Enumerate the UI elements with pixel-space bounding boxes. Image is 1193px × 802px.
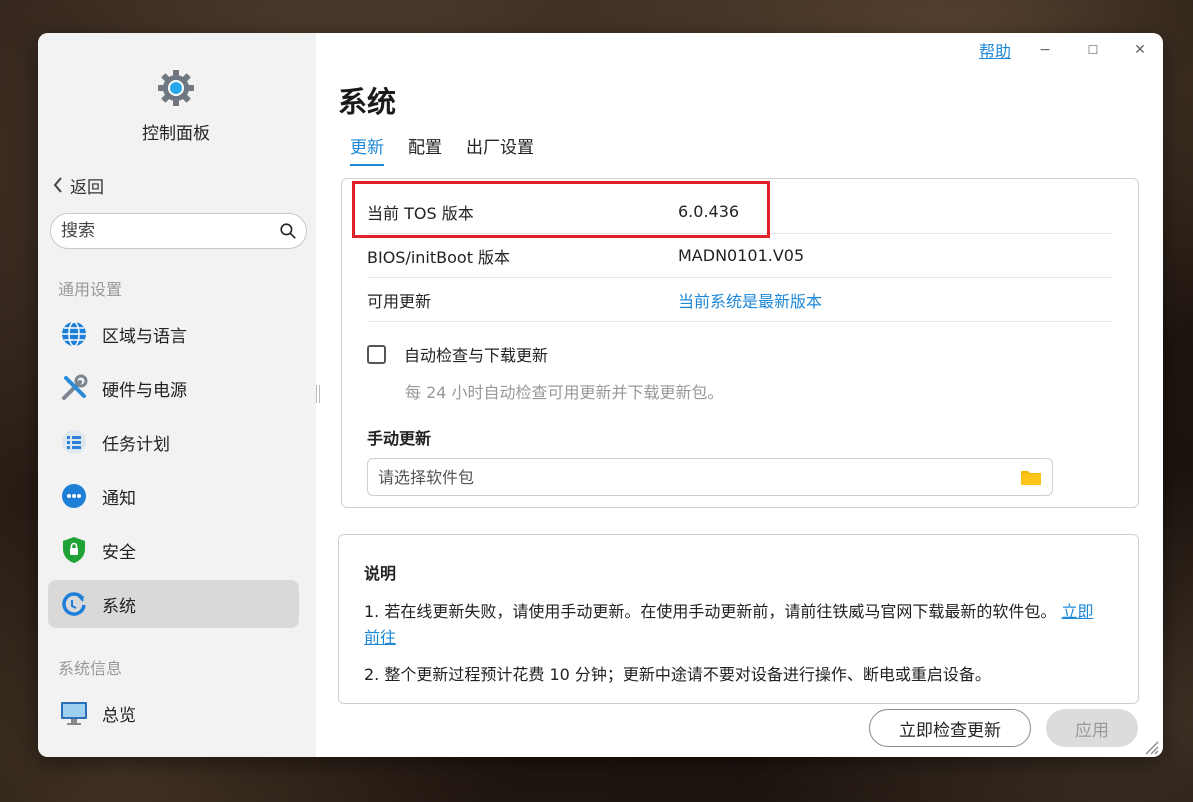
sidebar-item-label: 硬件与电源 bbox=[102, 380, 187, 401]
section-system-info: 系统信息 bbox=[58, 659, 123, 678]
latest-version-link[interactable]: 当前系统是最新版本 bbox=[678, 288, 822, 312]
auto-update-label: 自动检查与下载更新 bbox=[404, 346, 549, 365]
section-general-settings: 通用设置 bbox=[58, 280, 123, 299]
package-file-picker[interactable] bbox=[367, 458, 1053, 496]
sidebar-item-security[interactable]: 安全 bbox=[48, 526, 299, 574]
sidebar-item-task-schedule[interactable]: 任务计划 bbox=[48, 418, 299, 466]
search-icon[interactable] bbox=[280, 221, 296, 241]
globe-icon bbox=[60, 320, 88, 348]
search-box[interactable] bbox=[50, 213, 307, 249]
sidebar: 控制面板 返回 通用设置 区域与语言 硬件与电源 任务计划 bbox=[38, 33, 316, 757]
shield-icon bbox=[60, 536, 88, 564]
annotation-highlight-box bbox=[352, 181, 770, 238]
tab-bar: 更新 配置 出厂设置 bbox=[350, 133, 558, 166]
sidebar-item-label: 任务计划 bbox=[102, 434, 170, 455]
info-row-available-update: 可用更新 当前系统是最新版本 bbox=[367, 278, 1113, 322]
help-link[interactable]: 帮助 bbox=[979, 38, 1011, 62]
app-title: 控制面板 bbox=[142, 124, 210, 144]
search-input[interactable] bbox=[61, 221, 280, 241]
apply-button[interactable]: 应用 bbox=[1046, 709, 1138, 747]
back-button[interactable]: 返回 bbox=[52, 173, 104, 198]
monitor-icon bbox=[60, 753, 88, 757]
note-text: 1. 若在线更新失败，请使用手动更新。在使用手动更新前，请前往铁威马官网下载最新… bbox=[364, 602, 1057, 621]
tab-update[interactable]: 更新 bbox=[350, 133, 384, 166]
system-update-icon bbox=[60, 590, 88, 618]
chat-bubble-icon bbox=[60, 482, 88, 510]
sidebar-item-label: 通知 bbox=[102, 488, 136, 509]
manual-update-title: 手动更新 bbox=[367, 429, 432, 448]
note-item-1: 1. 若在线更新失败，请使用手动更新。在使用手动更新前，请前往铁威马官网下载最新… bbox=[364, 599, 1104, 651]
sidebar-item-label: 安全 bbox=[102, 542, 136, 563]
note-item-2: 2. 整个更新过程预计花费 10 分钟；更新中途请不要对设备进行操作、断电或重启… bbox=[364, 665, 991, 684]
maximize-button[interactable]: ☐ bbox=[1082, 39, 1104, 61]
sidebar-item-label: 总览 bbox=[102, 705, 136, 726]
info-row-bios-version: BIOS/initBoot 版本 MADN0101.V05 bbox=[367, 234, 1113, 278]
task-list-icon bbox=[60, 428, 88, 456]
sidebar-item-overview[interactable]: 总览 bbox=[48, 689, 299, 737]
sidebar-item-hardware-power[interactable]: 硬件与电源 bbox=[48, 364, 299, 412]
sidebar-item-notification[interactable]: 通知 bbox=[48, 472, 299, 520]
minimize-button[interactable]: − bbox=[1034, 39, 1056, 61]
sidebar-item-system[interactable]: 系统 bbox=[48, 580, 299, 628]
sidebar-item-label: 系统 bbox=[102, 596, 136, 617]
sidebar-resize-handle[interactable] bbox=[316, 385, 320, 403]
package-file-input[interactable] bbox=[378, 467, 1020, 487]
back-label: 返回 bbox=[70, 177, 104, 198]
resize-grip-icon[interactable] bbox=[1143, 739, 1159, 755]
gear-icon bbox=[158, 70, 194, 106]
check-update-button[interactable]: 立即检查更新 bbox=[869, 709, 1031, 747]
notes-title: 说明 bbox=[364, 564, 397, 583]
close-button[interactable]: ✕ bbox=[1129, 39, 1151, 61]
update-panel: 当前 TOS 版本 6.0.436 BIOS/initBoot 版本 MADN0… bbox=[341, 178, 1139, 508]
page-title: 系统 bbox=[338, 85, 397, 119]
auto-update-hint: 每 24 小时自动检查可用更新并下载更新包。 bbox=[405, 383, 724, 402]
sidebar-item-partial[interactable] bbox=[48, 743, 299, 757]
folder-icon[interactable] bbox=[1020, 468, 1042, 486]
control-panel-window: 控制面板 返回 通用设置 区域与语言 硬件与电源 任务计划 bbox=[38, 33, 1163, 757]
auto-update-option[interactable]: 自动检查与下载更新 bbox=[367, 342, 548, 366]
info-value: MADN0101.V05 bbox=[678, 246, 805, 265]
tab-config[interactable]: 配置 bbox=[408, 133, 442, 166]
info-key: 可用更新 bbox=[367, 291, 432, 311]
sidebar-item-label: 区域与语言 bbox=[102, 326, 187, 347]
sidebar-item-region-language[interactable]: 区域与语言 bbox=[48, 310, 299, 358]
info-key: BIOS/initBoot 版本 bbox=[367, 247, 511, 267]
tools-icon bbox=[60, 374, 88, 402]
notes-panel: 说明 1. 若在线更新失败，请使用手动更新。在使用手动更新前，请前往铁威马官网下… bbox=[338, 534, 1139, 704]
tab-factory-reset[interactable]: 出厂设置 bbox=[466, 133, 534, 166]
chevron-left-icon bbox=[53, 177, 62, 193]
auto-update-checkbox[interactable] bbox=[367, 344, 386, 364]
monitor-icon bbox=[60, 699, 88, 727]
